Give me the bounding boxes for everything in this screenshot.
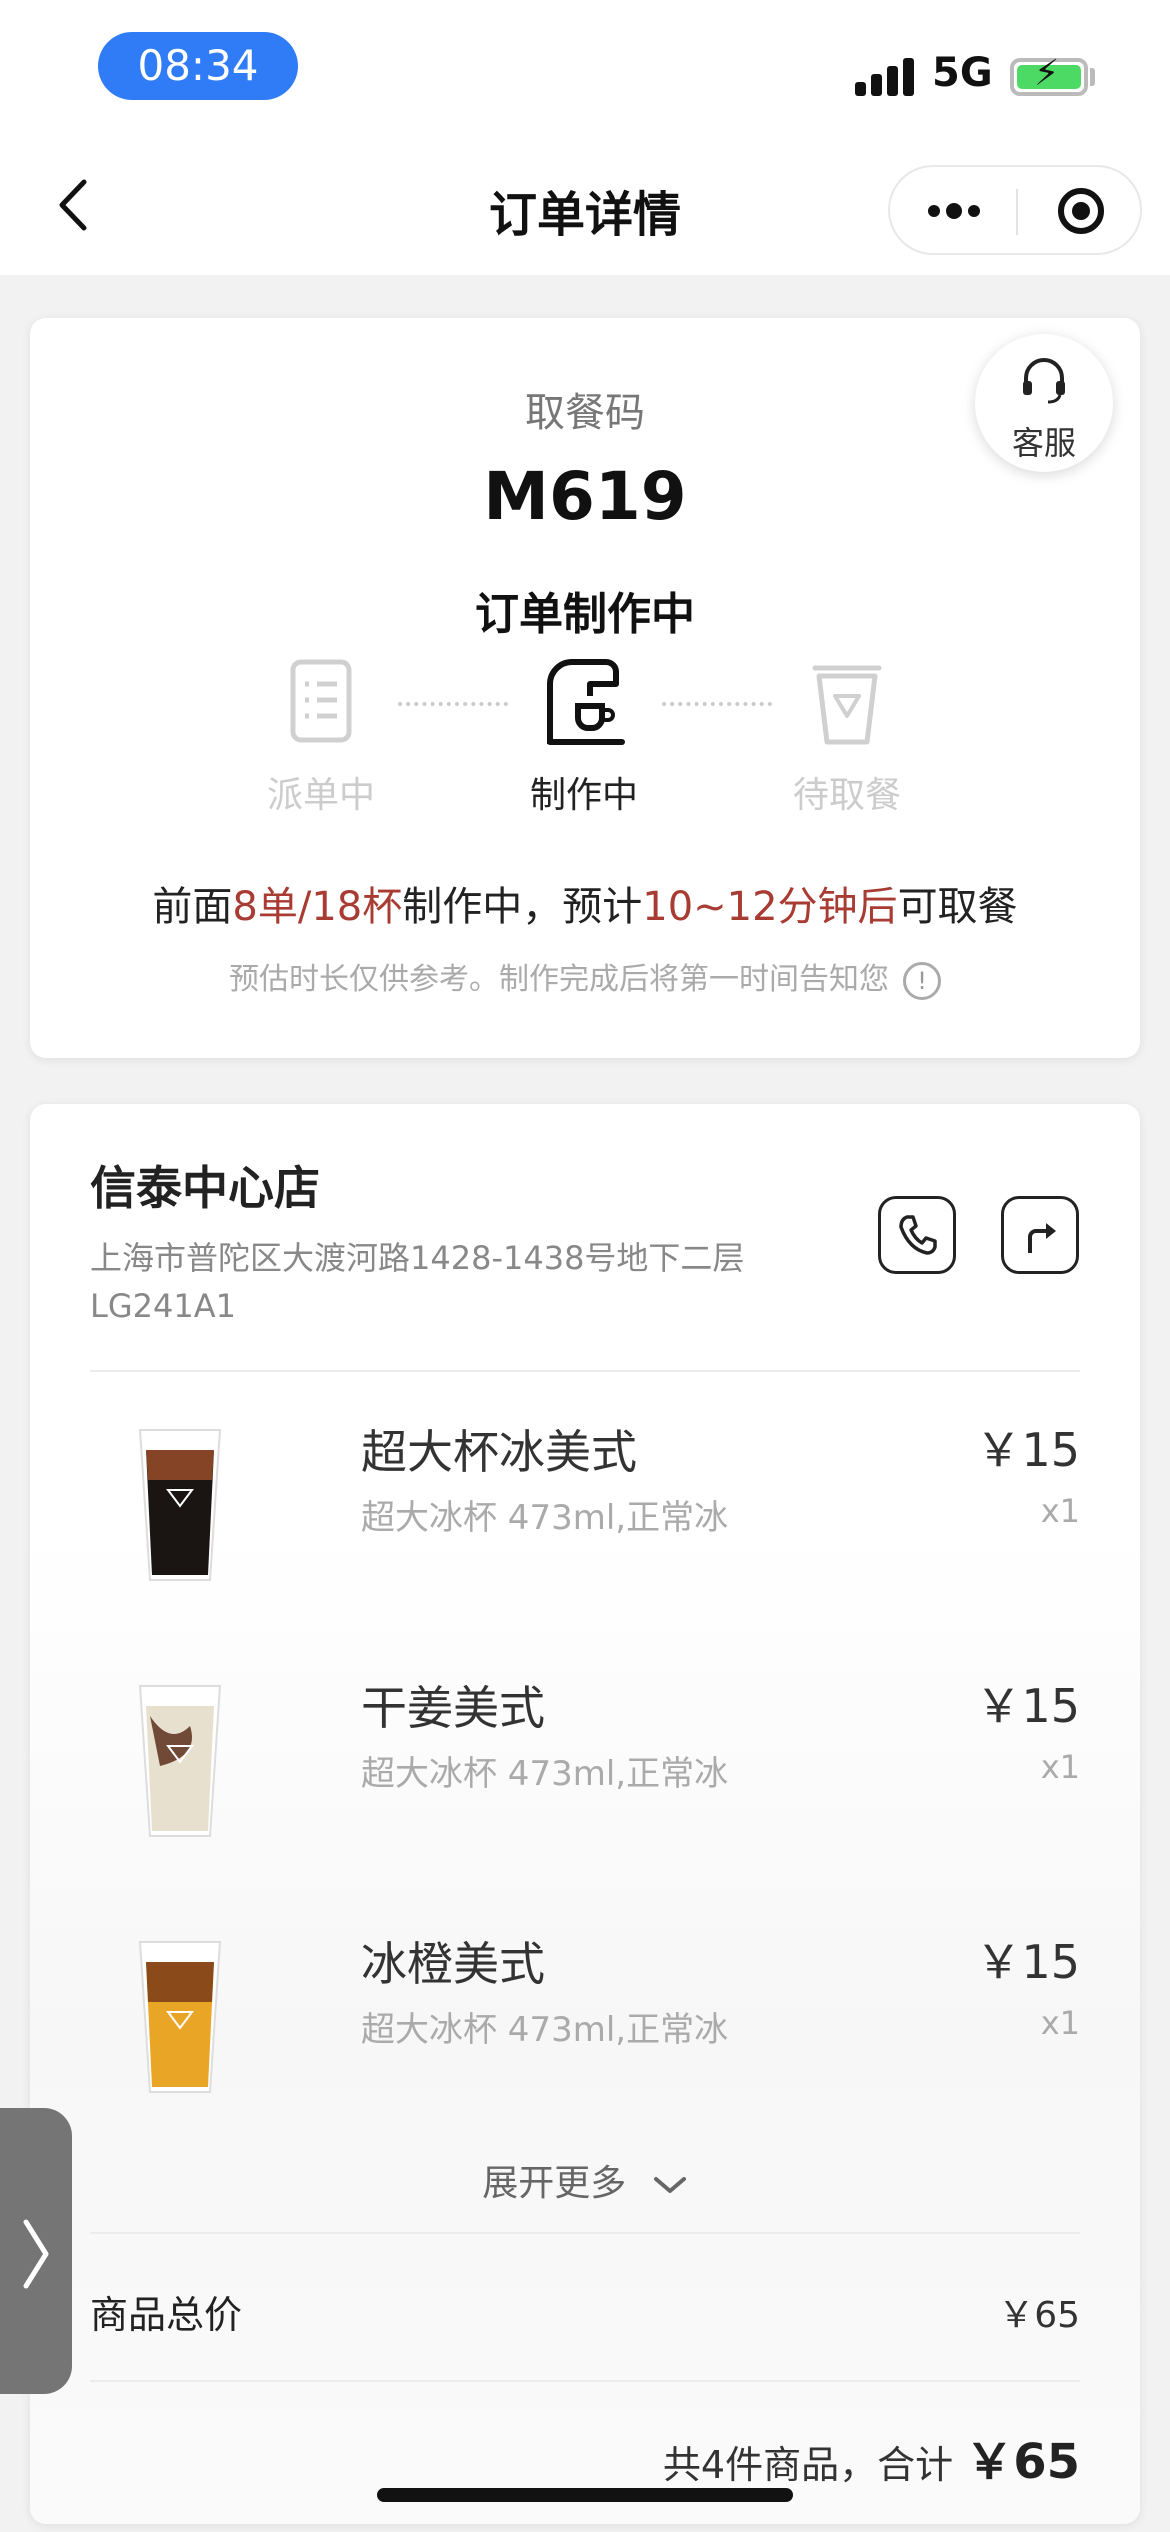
- queue-info: 前面8单/18杯制作中，预计10~12分钟后可取餐: [30, 874, 1140, 932]
- queue-count: 8单/18杯: [232, 884, 403, 930]
- miniprogram-capsule: [888, 165, 1142, 255]
- item-name: 干姜美式: [361, 1681, 545, 1735]
- step-ready-label: 待取餐: [792, 775, 901, 816]
- expand-more-label: 展开更多: [482, 2163, 627, 2204]
- navigate-button[interactable]: [1001, 1196, 1079, 1274]
- order-total: 共4件商品，合计 ￥65: [663, 2422, 1080, 2492]
- pickup-card: 客服 取餐码 M619 订单制作中 派单中 制作中 待取餐 前面8单/18杯制作…: [30, 318, 1140, 1058]
- store-address: 上海市普陀区大渡河路1428-1438号地下二层LG241A1: [90, 1239, 745, 1325]
- item-price: ￥15: [975, 1935, 1080, 1989]
- queue-prefix: 前面: [152, 884, 233, 930]
- item-price: ￥15: [975, 1423, 1080, 1477]
- navigate-arrow-icon: [1028, 1223, 1056, 1253]
- queue-eta: 10~12分钟后: [642, 884, 898, 930]
- order-card: 信泰中心店 上海市普陀区大渡河路1428-1438号地下二层LG241A1 超大…: [30, 1104, 1140, 2524]
- expand-more-button[interactable]: 展开更多: [30, 2154, 1140, 2206]
- cup-icon: [812, 665, 882, 745]
- step-dispatching: 派单中: [241, 654, 401, 818]
- item-spec: 超大冰杯 473ml,正常冰: [361, 1498, 729, 1538]
- queue-suffix: 可取餐: [897, 884, 1018, 930]
- queue-middle: 制作中，预计: [402, 884, 643, 930]
- status-bar: 08:34 5G ⚡: [0, 0, 1170, 140]
- order-item[interactable]: 超大杯冰美式 超大冰杯 473ml,正常冰 ￥15 x1: [90, 1400, 1080, 1630]
- item-spec: 超大冰杯 473ml,正常冰: [361, 1754, 729, 1794]
- subtotal-value: ￥65: [998, 2295, 1080, 2336]
- chevron-down-icon: [653, 2177, 686, 2193]
- product-image: [138, 1429, 222, 1581]
- close-button[interactable]: [1018, 167, 1142, 253]
- side-drawer-tab[interactable]: [0, 2108, 72, 2394]
- signal-icon: [855, 56, 915, 96]
- phone-icon: [899, 1215, 937, 1255]
- battery-charging-icon: ⚡: [1010, 56, 1088, 96]
- item-quantity: x1: [1040, 1748, 1080, 1786]
- eta-note-text: 预估时长仅供参考。制作完成后将第一时间告知您: [229, 962, 889, 997]
- step-making: 制作中: [504, 654, 664, 818]
- call-store-button[interactable]: [878, 1196, 956, 1274]
- battery-tip: [1090, 68, 1095, 86]
- subtotal-label: 商品总价: [90, 2293, 243, 2337]
- step-connector: [398, 702, 508, 706]
- divider: [90, 2380, 1080, 2382]
- home-indicator[interactable]: [377, 2488, 793, 2502]
- product-image: [138, 1685, 222, 1837]
- divider: [90, 1370, 1080, 1372]
- item-spec: 超大冰杯 473ml,正常冰: [361, 2010, 729, 2050]
- product-image: [138, 1941, 222, 2093]
- order-item[interactable]: 冰橙美式 超大冰杯 473ml,正常冰 ￥15 x1: [90, 1912, 1080, 2142]
- chevron-right-icon: [23, 2219, 49, 2289]
- info-icon[interactable]: !: [903, 961, 941, 1000]
- step-dispatching-label: 派单中: [266, 775, 375, 816]
- item-name: 超大杯冰美式: [361, 1425, 637, 1479]
- item-quantity: x1: [1040, 1492, 1080, 1530]
- total-prefix: 共4件商品，合计: [662, 2443, 954, 2487]
- item-name: 冰橙美式: [361, 1937, 545, 1991]
- pickup-code: M619: [483, 458, 687, 535]
- divider: [90, 2232, 1080, 2234]
- store-name: 信泰中心店: [90, 1161, 320, 1215]
- order-item[interactable]: 干姜美式 超大冰杯 473ml,正常冰 ￥15 x1: [90, 1656, 1080, 1886]
- status-time: 08:34: [98, 32, 298, 100]
- order-list-icon: [290, 659, 352, 743]
- item-price: ￥15: [975, 1679, 1080, 1733]
- order-status: 订单制作中: [475, 589, 695, 640]
- step-making-label: 制作中: [529, 775, 638, 816]
- item-quantity: x1: [1040, 2004, 1080, 2042]
- pickup-code-label: 取餐码: [525, 390, 645, 436]
- more-button[interactable]: [890, 167, 1016, 253]
- total-amount: ￥65: [965, 2434, 1080, 2490]
- step-ready: 待取餐: [767, 654, 927, 818]
- coffee-machine-icon: [547, 659, 625, 745]
- step-connector: [662, 702, 772, 706]
- eta-note: 预估时长仅供参考。制作完成后将第一时间告知您!: [30, 954, 1140, 1000]
- network-label: 5G: [932, 50, 993, 96]
- nav-bar: 订单详情: [0, 140, 1170, 275]
